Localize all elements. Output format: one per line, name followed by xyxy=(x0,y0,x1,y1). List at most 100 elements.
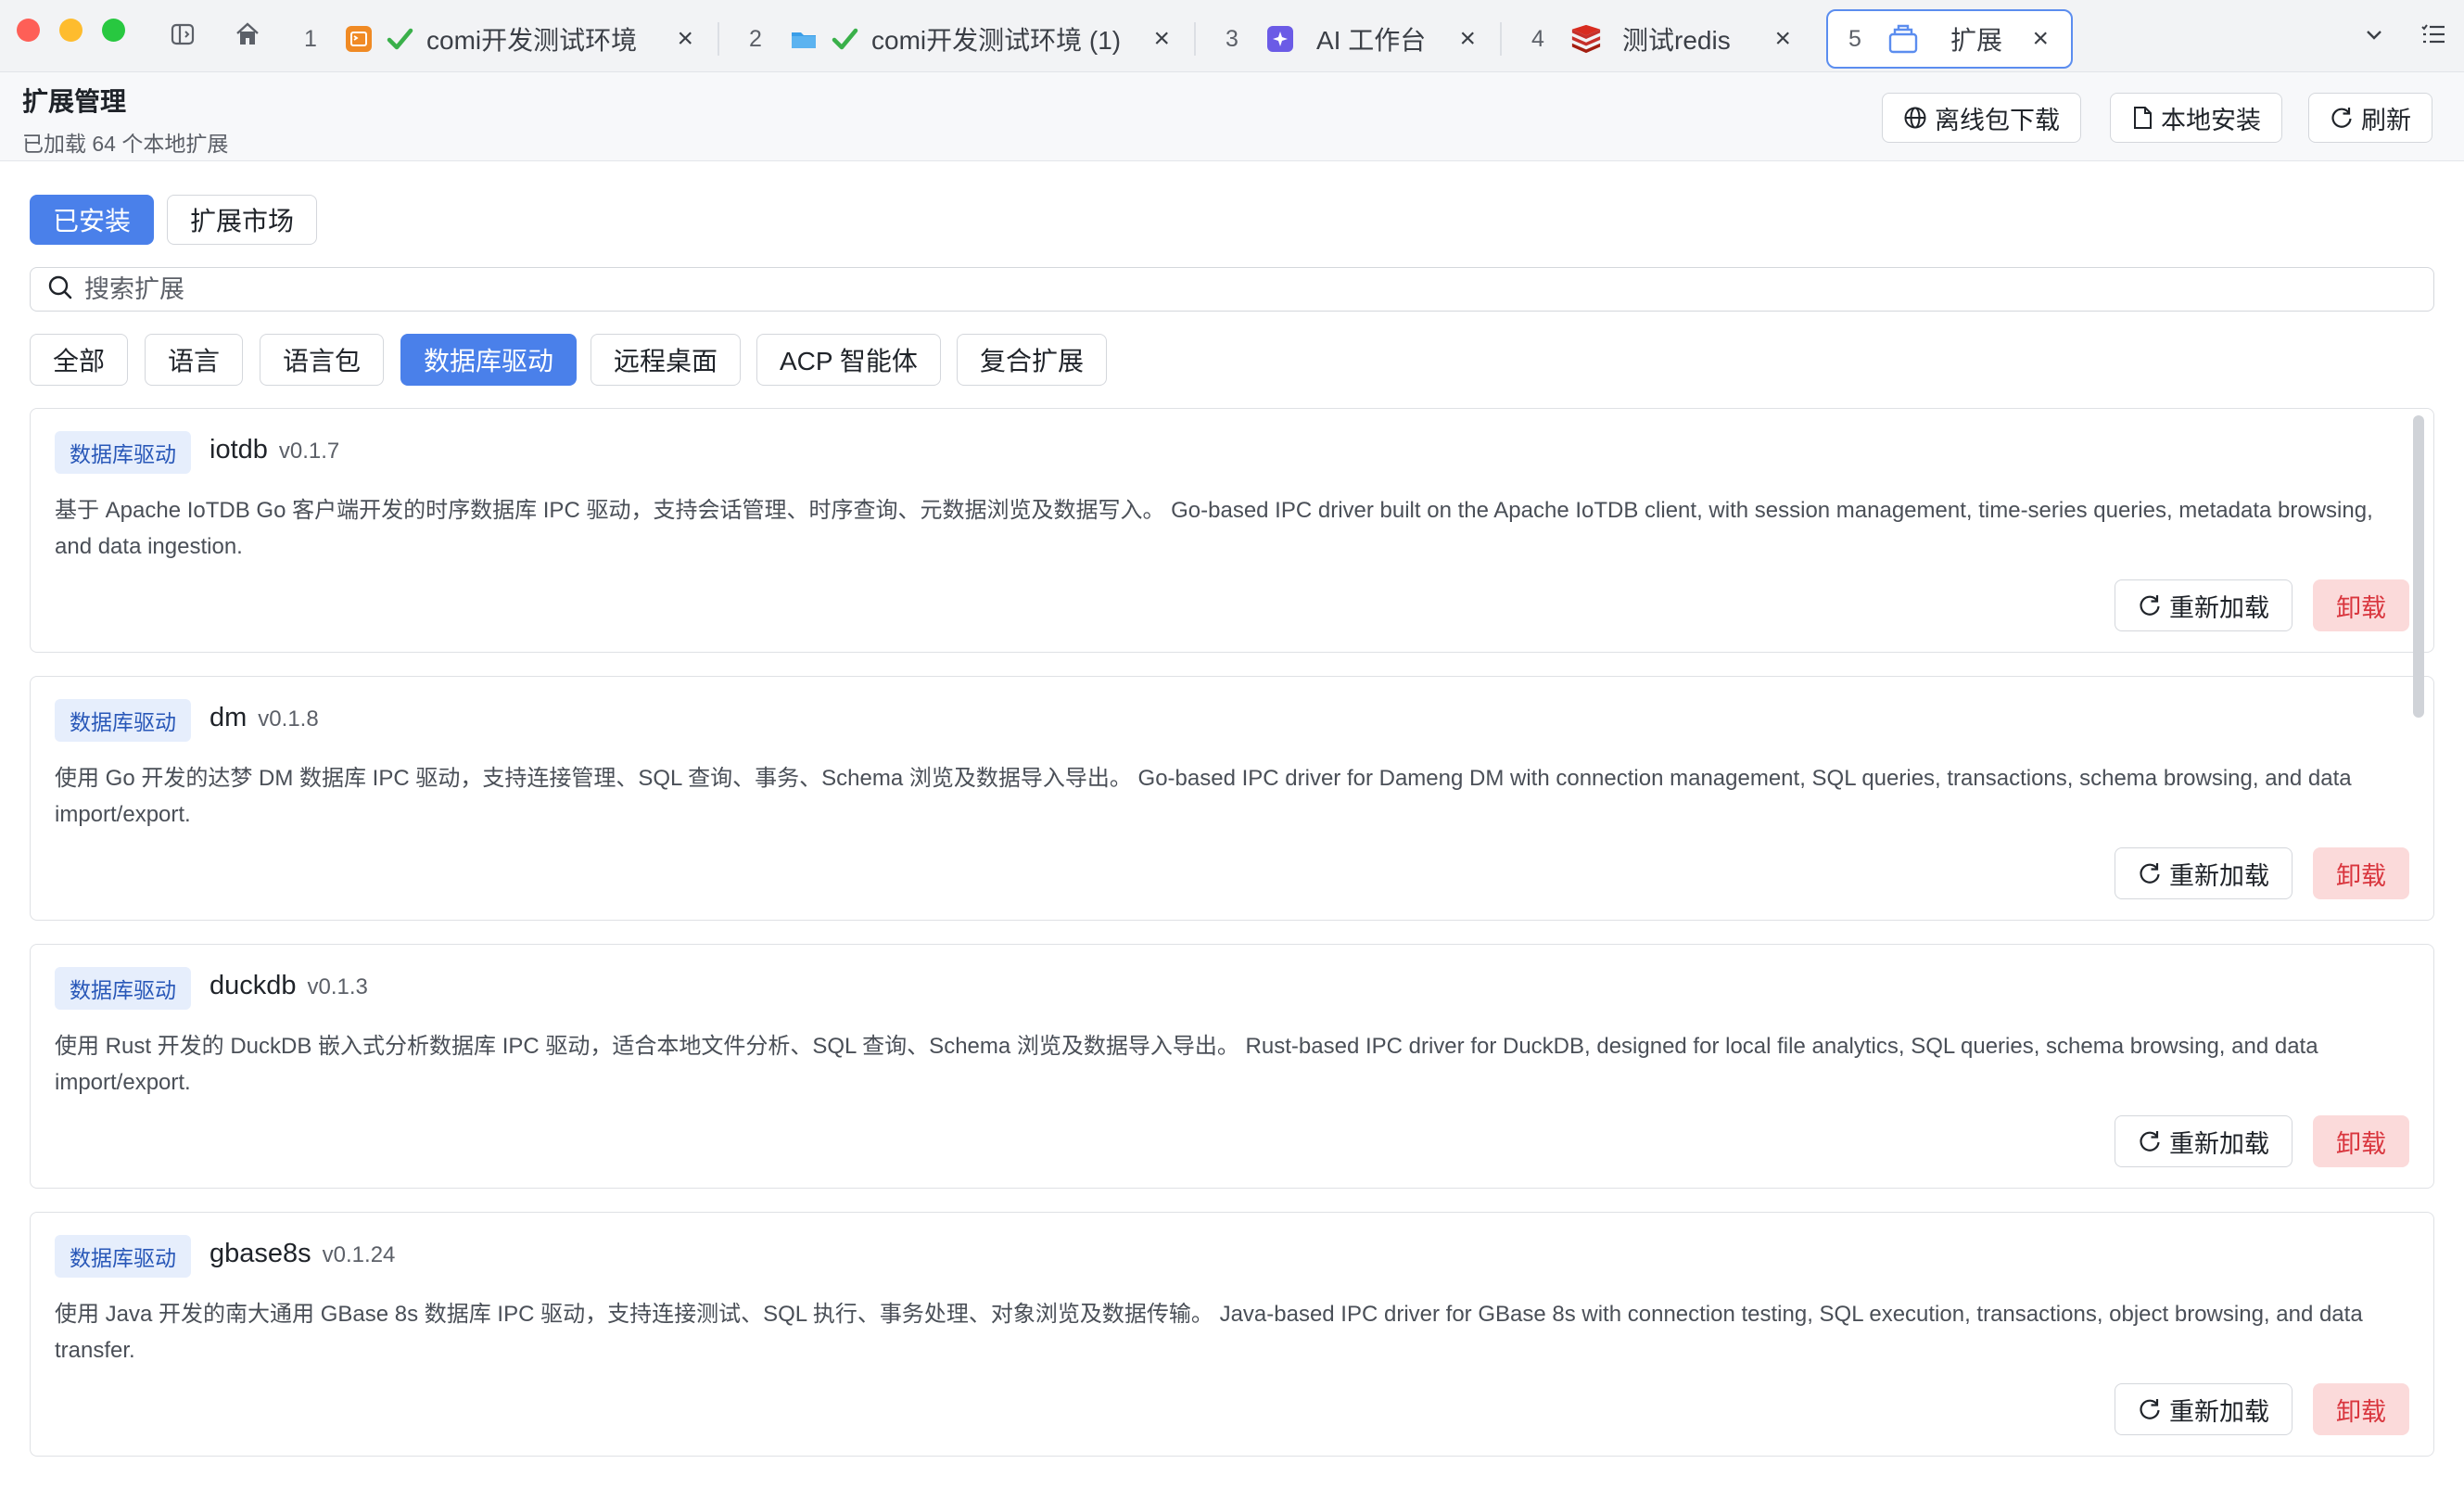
extension-card: 数据库驱动 dm v0.1.8 使用 Go 开发的达梦 DM 数据库 IPC 驱动… xyxy=(30,676,2434,921)
close-icon[interactable]: × xyxy=(677,25,693,53)
folder-icon xyxy=(788,23,819,55)
scrollbar-thumb[interactable] xyxy=(2413,415,2424,718)
extension-version: v0.1.7 xyxy=(278,439,340,464)
uninstall-button[interactable]: 卸载 xyxy=(2313,847,2409,899)
reload-label: 重新加载 xyxy=(2169,861,2269,890)
maximize-window-button[interactable] xyxy=(102,19,125,42)
extension-version: v0.1.8 xyxy=(258,706,319,732)
extension-card: 数据库驱动 gbase8s v0.1.24 使用 Java 开发的南大通用 GBa… xyxy=(30,1212,2434,1457)
tab-title: 测试redis xyxy=(1622,26,1731,55)
refresh-icon xyxy=(2138,861,2162,885)
filter-composite[interactable]: 复合扩展 xyxy=(957,334,1108,386)
search-icon xyxy=(47,274,73,305)
filter-language[interactable]: 语言 xyxy=(145,334,244,386)
refresh-icon xyxy=(2138,593,2162,617)
tab-4[interactable]: 4 测试redis × xyxy=(1511,9,1813,69)
tab-number: 4 xyxy=(1531,25,1544,52)
close-icon[interactable]: × xyxy=(2032,25,2049,53)
tab-number: 1 xyxy=(304,25,317,52)
local-install-button[interactable]: 本地安装 xyxy=(2110,93,2282,143)
extension-card: 数据库驱动 iotdb v0.1.7 基于 Apache IoTDB Go 客户端… xyxy=(30,408,2434,653)
reload-label: 重新加载 xyxy=(2169,1129,2269,1158)
tab-number: 5 xyxy=(1848,25,1861,52)
extension-version: v0.1.24 xyxy=(322,1242,396,1267)
refresh-label: 刷新 xyxy=(2361,106,2411,134)
category-badge: 数据库驱动 xyxy=(55,1235,191,1278)
filter-acp-agent[interactable]: ACP 智能体 xyxy=(756,334,941,386)
extension-version: v0.1.3 xyxy=(307,974,368,999)
refresh-icon xyxy=(2138,1397,2162,1421)
extension-title: gbase8s v0.1.24 xyxy=(210,1239,395,1269)
extension-description: 使用 Java 开发的南大通用 GBase 8s 数据库 IPC 驱动，支持连接… xyxy=(55,1302,2363,1363)
tab-market[interactable]: 扩展市场 xyxy=(167,195,318,245)
tab-2[interactable]: 2 comi开发测试环境 (1) × xyxy=(729,9,1196,69)
filter-database-driver[interactable]: 数据库驱动 xyxy=(400,334,578,386)
close-icon[interactable]: × xyxy=(1459,25,1476,53)
check-icon xyxy=(384,23,415,55)
uninstall-button[interactable]: 卸载 xyxy=(2313,1383,2409,1435)
tab-1[interactable]: 1 comi开发测试环境 × xyxy=(284,9,719,69)
filter-remote-desktop[interactable]: 远程桌面 xyxy=(591,334,742,386)
home-icon[interactable] xyxy=(234,20,261,48)
extension-icon xyxy=(1887,23,1919,55)
category-badge: 数据库驱动 xyxy=(55,699,191,742)
extension-title: duckdb v0.1.3 xyxy=(210,971,368,1001)
search-input[interactable] xyxy=(84,274,2309,304)
tab-list-icon[interactable] xyxy=(2420,20,2447,48)
reload-label: 重新加载 xyxy=(2169,1397,2269,1426)
tab-title: comi开发测试环境 (1) xyxy=(871,26,1122,55)
check-icon xyxy=(829,23,860,55)
ai-icon xyxy=(1264,23,1296,55)
filter-language-pack[interactable]: 语言包 xyxy=(260,334,385,386)
offline-download-label: 离线包下载 xyxy=(1935,106,2060,134)
tab-number: 3 xyxy=(1226,25,1238,52)
close-window-button[interactable] xyxy=(17,19,40,42)
globe-icon xyxy=(1903,106,1927,130)
category-badge: 数据库驱动 xyxy=(55,431,191,474)
app-window: 1 comi开发测试环境 × 2 comi开发测试环境 (1) × 3 AI 工… xyxy=(0,0,2464,1489)
refresh-icon xyxy=(2330,106,2354,130)
extension-name: dm xyxy=(210,703,248,732)
refresh-icon xyxy=(2138,1129,2162,1153)
reload-label: 重新加载 xyxy=(2169,593,2269,622)
minimize-window-button[interactable] xyxy=(59,19,83,42)
reload-button[interactable]: 重新加载 xyxy=(2115,1115,2293,1167)
tab-5[interactable]: 5 扩展 × xyxy=(1826,9,2073,69)
tab-title: comi开发测试环境 xyxy=(426,26,638,55)
page-header: 扩展管理 已加载 64 个本地扩展 离线包下载 本地安装 刷新 xyxy=(0,72,2464,161)
close-icon[interactable]: × xyxy=(1774,25,1791,53)
tab-title: 扩展 xyxy=(1950,26,2003,55)
reload-button[interactable]: 重新加载 xyxy=(2115,847,2293,899)
search-box xyxy=(30,267,2434,312)
extension-description: 使用 Rust 开发的 DuckDB 嵌入式分析数据库 IPC 驱动，适合本地文… xyxy=(55,1034,2318,1095)
reload-button[interactable]: 重新加载 xyxy=(2115,579,2293,631)
extension-list: 数据库驱动 iotdb v0.1.7 基于 Apache IoTDB Go 客户端… xyxy=(30,408,2434,1489)
tab-title: AI 工作台 xyxy=(1316,26,1427,55)
file-icon xyxy=(2131,106,2153,130)
close-icon[interactable]: × xyxy=(1153,25,1170,53)
uninstall-button[interactable]: 卸载 xyxy=(2313,579,2409,631)
redis-icon xyxy=(1570,23,1602,55)
tab-3[interactable]: 3 AI 工作台 × xyxy=(1205,9,1502,69)
offline-download-button[interactable]: 离线包下载 xyxy=(1882,93,2081,143)
sidebar-toggle-icon[interactable] xyxy=(169,20,197,48)
filter-all[interactable]: 全部 xyxy=(30,334,129,386)
chevron-down-icon[interactable] xyxy=(2360,20,2388,48)
extension-name: gbase8s xyxy=(210,1239,311,1268)
category-badge: 数据库驱动 xyxy=(55,967,191,1010)
uninstall-button[interactable]: 卸载 xyxy=(2313,1115,2409,1167)
tab-number: 2 xyxy=(749,25,762,52)
extension-description: 基于 Apache IoTDB Go 客户端开发的时序数据库 IPC 驱动，支持… xyxy=(55,498,2373,559)
tab-installed[interactable]: 已安装 xyxy=(30,195,155,245)
local-install-label: 本地安装 xyxy=(2161,106,2261,134)
extension-title: dm v0.1.8 xyxy=(210,703,319,733)
extension-title: iotdb v0.1.7 xyxy=(210,435,339,465)
terminal-icon xyxy=(343,23,375,55)
title-bar: 1 comi开发测试环境 × 2 comi开发测试环境 (1) × 3 AI 工… xyxy=(0,0,2464,72)
reload-button[interactable]: 重新加载 xyxy=(2115,1383,2293,1435)
extension-name: iotdb xyxy=(210,435,268,465)
extension-name: duckdb xyxy=(210,971,297,1000)
refresh-button[interactable]: 刷新 xyxy=(2308,93,2432,143)
extension-description: 使用 Go 开发的达梦 DM 数据库 IPC 驱动，支持连接管理、SQL 查询、… xyxy=(55,766,2352,827)
page-title: 扩展管理 xyxy=(22,87,127,116)
